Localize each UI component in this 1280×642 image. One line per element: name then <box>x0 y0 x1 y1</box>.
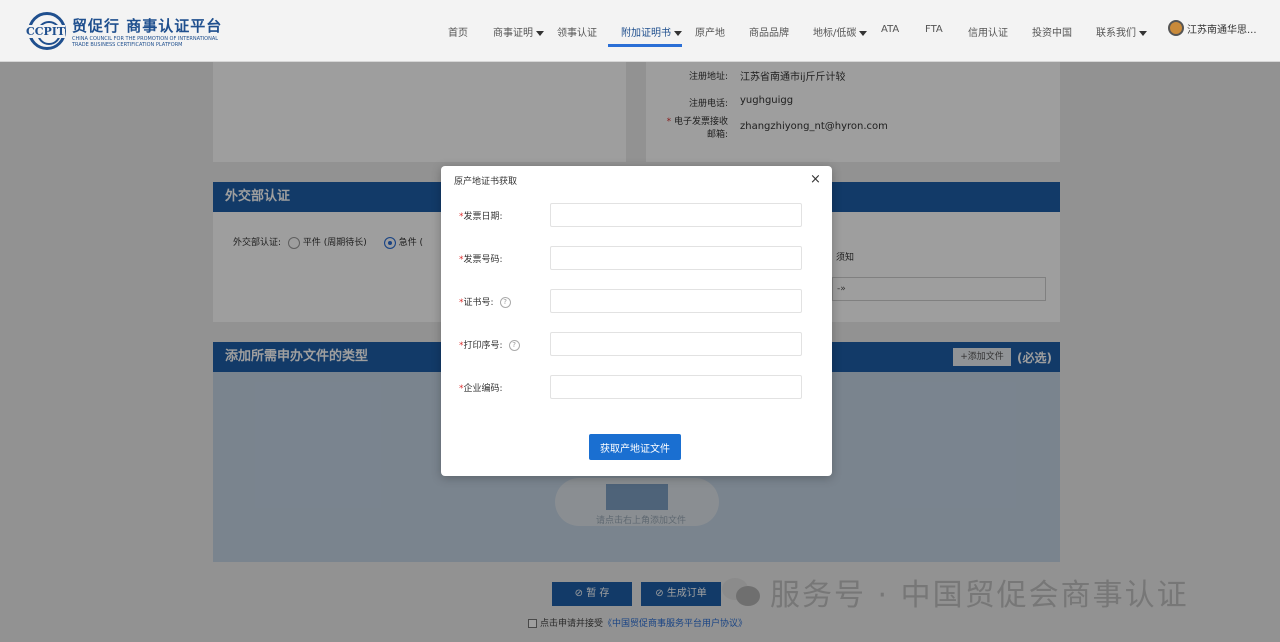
enterprise-code-input[interactable] <box>550 375 802 399</box>
invoice-date-label: *发票日期: <box>459 212 503 222</box>
certificate-number-label-text: 证书号: <box>463 298 494 308</box>
logo-title: 贸促行 商事认证平台 <box>72 16 223 35</box>
nav-brand[interactable]: 商品品牌 <box>749 24 789 39</box>
top-header: CCPIT 贸促行 商事认证平台 CHINA COUNCIL FOR THE P… <box>0 0 1280 62</box>
watermark-text: 服务号 · 中国贸促会商事认证 <box>770 578 1189 613</box>
modal-title: 原产地证书获取 <box>454 177 518 187</box>
invoice-number-input[interactable] <box>550 246 802 270</box>
invoice-number-label-text: 发票号码: <box>463 255 503 265</box>
get-origin-cert-button[interactable]: 获取产地证文件 <box>589 434 681 460</box>
nav-active-indicator <box>608 44 682 47</box>
nav-commercial-cert[interactable]: 商事证明 <box>493 24 544 39</box>
help-icon[interactable]: ? <box>508 340 520 351</box>
invoice-date-input[interactable] <box>550 203 802 227</box>
ccpit-logo[interactable]: CCPIT 贸促行 商事认证平台 CHINA COUNCIL FOR THE P… <box>26 12 222 50</box>
wechat-icon <box>722 576 762 608</box>
chevron-down-icon <box>674 30 682 36</box>
enterprise-code-label: *企业编码: <box>459 384 503 394</box>
chevron-down-icon <box>1139 30 1147 36</box>
avatar <box>1168 20 1184 36</box>
nav-landmark[interactable]: 地标/低碳 <box>813 24 868 39</box>
nav-origin[interactable]: 原产地 <box>695 24 725 39</box>
wechat-watermark: 服务号 · 中国贸促会商事认证 <box>722 570 1189 614</box>
logo-subtitle: CHINA COUNCIL FOR THE PROMOTION OF INTER… <box>72 35 219 48</box>
certificate-number-input[interactable] <box>550 289 802 313</box>
print-serial-label: *打印序号:? <box>459 338 545 351</box>
nav-consular-cert[interactable]: 领事认证 <box>557 24 597 39</box>
origin-cert-modal: 原产地证书获取 × *发票日期: *发票号码: *证书号:? *打印序号:? *… <box>441 166 832 476</box>
enterprise-code-label-text: 企业编码: <box>463 384 503 394</box>
close-icon[interactable]: × <box>810 172 821 187</box>
invoice-number-label: *发票号码: <box>459 255 503 265</box>
nav-apostille[interactable]: 附加证明书 <box>621 24 682 39</box>
nav-landmark-label: 地标/低碳 <box>813 28 857 39</box>
print-serial-input[interactable] <box>550 332 802 356</box>
nav-home[interactable]: 首页 <box>448 24 468 39</box>
chevron-down-icon <box>536 30 544 36</box>
chevron-down-icon <box>859 30 868 36</box>
print-serial-label-text: 打印序号: <box>463 341 503 351</box>
nav-contact[interactable]: 联系我们 <box>1096 24 1147 39</box>
certificate-number-label: *证书号:? <box>459 295 545 308</box>
help-icon[interactable]: ? <box>499 297 511 308</box>
nav-ata[interactable]: ATA <box>881 24 899 35</box>
logo-text: 贸促行 商事认证平台 CHINA COUNCIL FOR THE PROMOTI… <box>72 15 222 48</box>
user-name: 江苏南通华思... <box>1187 24 1257 36</box>
user-menu[interactable]: 江苏南通华思... <box>1168 20 1257 36</box>
nav-invest-china[interactable]: 投资中国 <box>1032 24 1072 39</box>
nav-credit[interactable]: 信用认证 <box>968 24 1008 39</box>
nav-contact-label: 联系我们 <box>1096 28 1136 39</box>
nav-commercial-cert-label: 商事证明 <box>493 28 533 39</box>
logo-brand: CCPIT <box>26 25 66 38</box>
invoice-date-label-text: 发票日期: <box>463 212 503 222</box>
nav-fta[interactable]: FTA <box>925 24 943 35</box>
nav-apostille-label: 附加证明书 <box>621 28 671 39</box>
